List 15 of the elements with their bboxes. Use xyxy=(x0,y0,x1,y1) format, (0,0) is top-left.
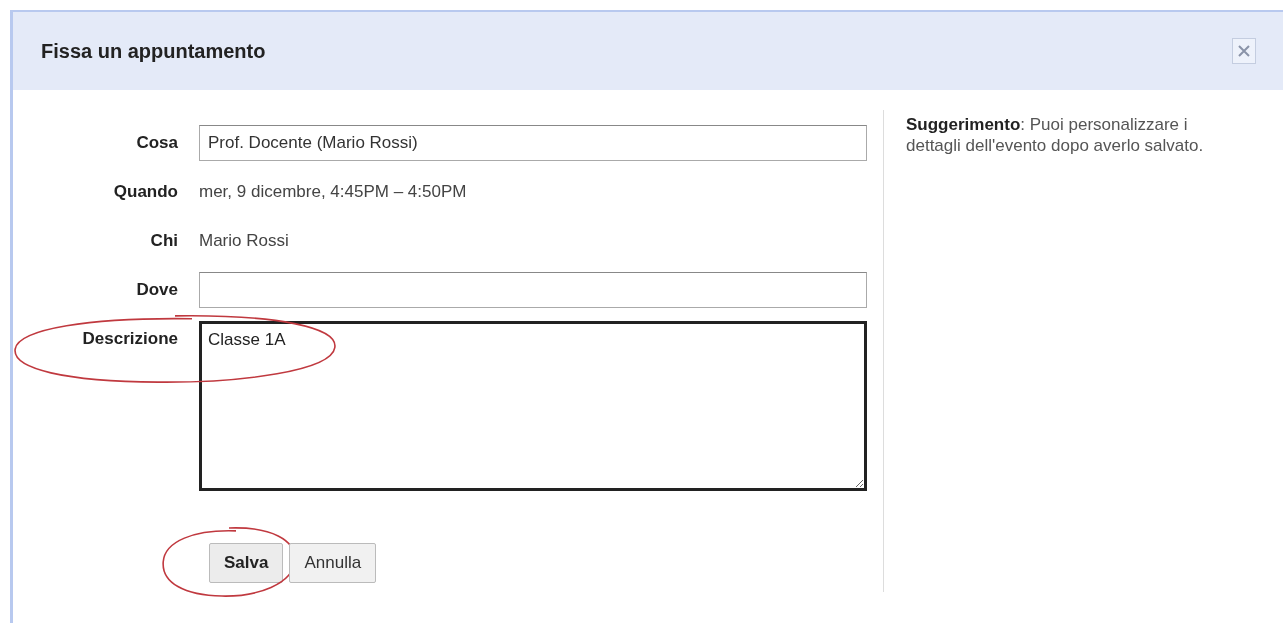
field-label: Quando xyxy=(113,182,178,202)
text-field[interactable]: Prof. Docente (Mario Rossi) xyxy=(199,125,867,161)
description-field[interactable]: Classe 1A xyxy=(199,321,867,491)
dialog-title: Fissa un appuntamento xyxy=(41,39,266,63)
field-label: Descrizione xyxy=(82,329,178,349)
field-label: Dove xyxy=(136,280,178,300)
cancel-button[interactable]: Annulla xyxy=(289,543,377,583)
field-label: Chi xyxy=(150,231,178,251)
tip-text: Suggerimento: Puoi personalizzare i dettagli dell'evento dopo averlo salvato. xyxy=(906,114,1205,156)
field-value: Mario Rossi xyxy=(199,231,289,251)
close-icon[interactable] xyxy=(1232,38,1256,64)
text-field[interactable] xyxy=(199,272,867,308)
field-label: Cosa xyxy=(136,133,178,153)
field-value: mer, 9 dicembre, 4:45PM – 4:50PM xyxy=(199,182,467,202)
save-button[interactable]: Salva xyxy=(209,543,284,583)
